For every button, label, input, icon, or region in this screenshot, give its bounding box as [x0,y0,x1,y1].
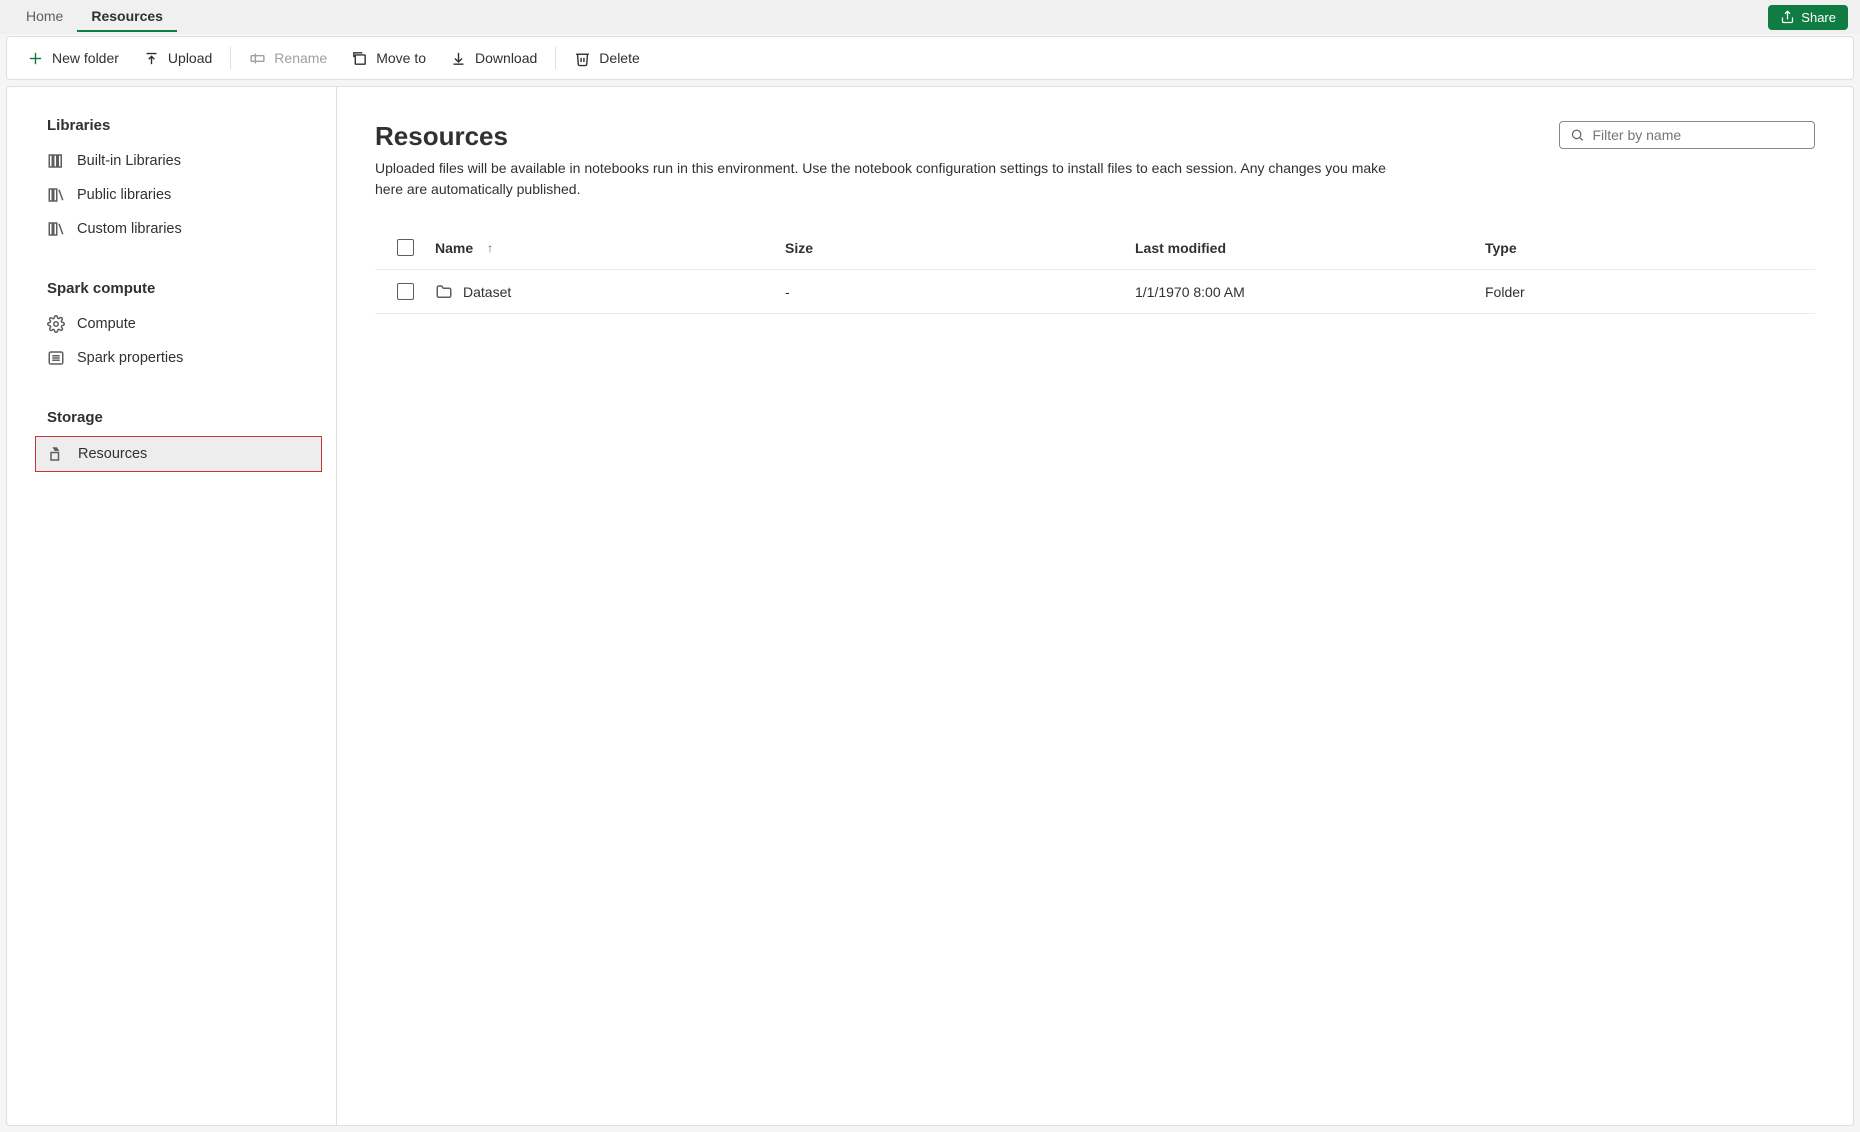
tabs-bar: Home Resources Share [0,0,1860,34]
trash-icon [574,50,591,67]
page-title: Resources [375,121,1415,152]
sidebar-section-storage: Storage [7,403,336,436]
filter-input[interactable] [1592,127,1804,143]
header-checkbox-cell[interactable] [375,239,435,256]
sidebar-item-spark-properties[interactable]: Spark properties [7,341,336,375]
row-name-cell[interactable]: Dataset [435,283,785,301]
page-description: Uploaded files will be available in note… [375,158,1415,200]
books-icon [47,152,65,170]
search-icon [1570,127,1584,143]
move-to-button[interactable]: Move to [341,44,436,73]
download-label: Download [475,50,537,66]
table-row[interactable]: Dataset - 1/1/1970 8:00 AM Folder [375,270,1815,314]
plus-icon [27,50,44,67]
folder-icon [435,283,453,301]
tabs-left: Home Resources [12,2,177,32]
col-name-label: Name [435,240,473,256]
content-header: Resources Uploaded files will be availab… [375,121,1815,200]
delete-label: Delete [599,50,639,66]
move-icon [351,50,368,67]
delete-button[interactable]: Delete [564,44,649,73]
sidebar-section-spark: Spark compute [7,274,336,307]
sidebar-compute-label: Compute [77,316,136,332]
row-checkbox[interactable] [397,283,414,300]
header-modified[interactable]: Last modified [1135,240,1485,256]
sidebar: Libraries Built-in Libraries Public libr… [7,87,337,1125]
sidebar-public-label: Public libraries [77,187,171,203]
sidebar-item-builtin-libraries[interactable]: Built-in Libraries [7,144,336,178]
row-type: Folder [1485,284,1815,300]
row-checkbox-cell[interactable] [375,283,435,300]
header-size[interactable]: Size [785,240,1135,256]
new-folder-button[interactable]: New folder [17,44,129,73]
select-all-checkbox[interactable] [397,239,414,256]
library-icon [47,220,65,238]
main-layout: Libraries Built-in Libraries Public libr… [6,86,1854,1126]
download-icon [450,50,467,67]
sidebar-spark-props-label: Spark properties [77,350,183,366]
file-table: Name ↑ Size Last modified Type Dataset -… [375,226,1815,314]
library-icon [47,186,65,204]
content: Resources Uploaded files will be availab… [337,87,1853,1125]
new-folder-label: New folder [52,50,119,66]
sidebar-item-compute[interactable]: Compute [7,307,336,341]
tab-home[interactable]: Home [12,2,77,32]
tab-resources[interactable]: Resources [77,2,177,32]
list-icon [47,349,65,367]
sidebar-item-public-libraries[interactable]: Public libraries [7,178,336,212]
rename-icon [249,50,266,67]
row-size: - [785,284,1135,300]
row-name: Dataset [463,284,511,300]
header-type[interactable]: Type [1485,240,1815,256]
share-icon [1780,10,1795,25]
upload-button[interactable]: Upload [133,44,222,73]
sidebar-custom-label: Custom libraries [77,221,182,237]
toolbar: New folder Upload Rename Move to Downloa… [6,36,1854,80]
sort-arrow-icon: ↑ [487,241,493,255]
table-header: Name ↑ Size Last modified Type [375,226,1815,270]
rename-label: Rename [274,50,327,66]
upload-label: Upload [168,50,212,66]
filter-box[interactable] [1559,121,1815,149]
share-button[interactable]: Share [1768,5,1848,30]
sidebar-resources-label: Resources [78,446,147,462]
toolbar-separator [555,47,556,69]
rename-button[interactable]: Rename [239,44,337,73]
header-name[interactable]: Name ↑ [435,240,785,256]
sidebar-item-custom-libraries[interactable]: Custom libraries [7,212,336,246]
toolbar-separator [230,47,231,69]
gear-icon [47,315,65,333]
download-button[interactable]: Download [440,44,547,73]
row-modified: 1/1/1970 8:00 AM [1135,284,1485,300]
sidebar-builtin-label: Built-in Libraries [77,153,181,169]
move-to-label: Move to [376,50,426,66]
upload-icon [143,50,160,67]
share-label: Share [1801,10,1836,25]
resources-icon [48,445,66,463]
sidebar-item-resources[interactable]: Resources [35,436,322,472]
sidebar-section-libraries: Libraries [7,111,336,144]
